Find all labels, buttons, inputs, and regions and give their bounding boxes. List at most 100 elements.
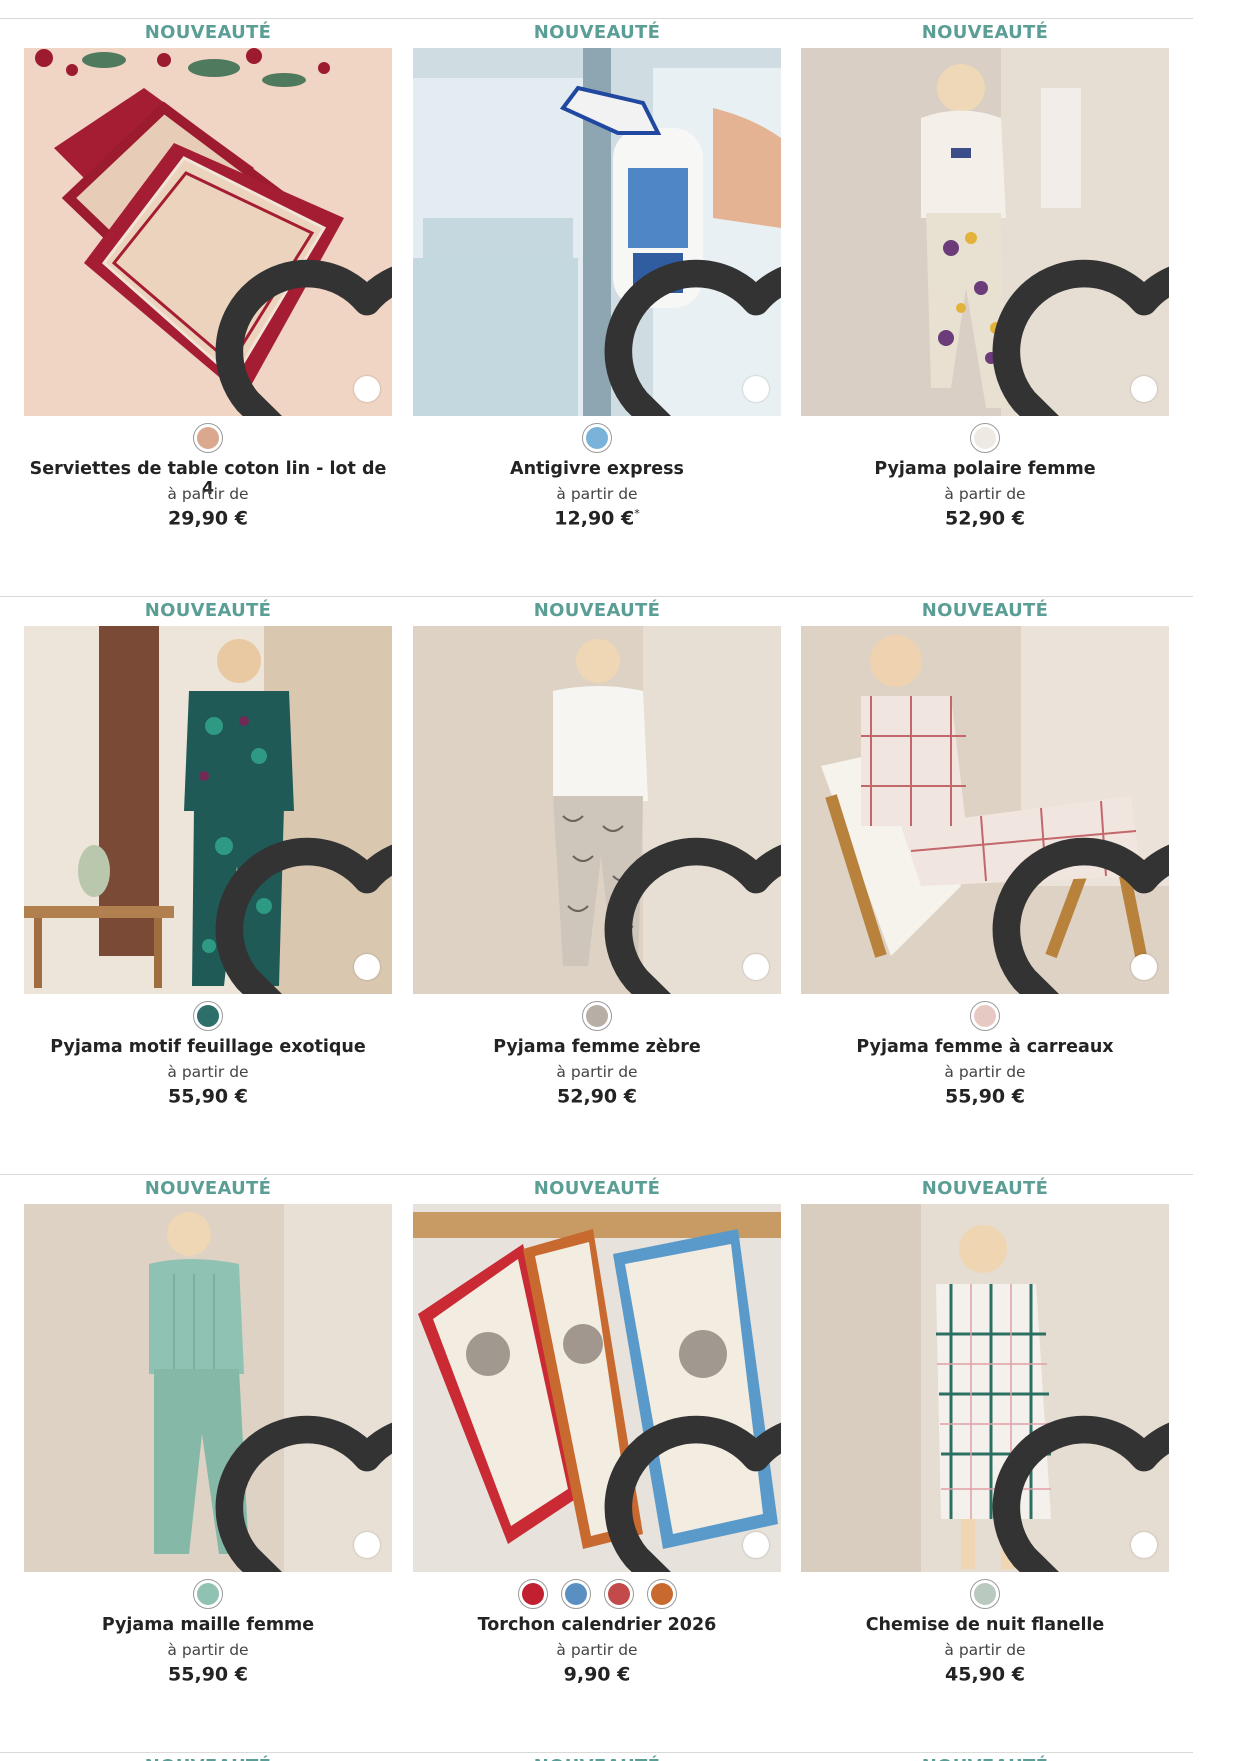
color-swatches — [801, 423, 1169, 453]
swatch-color — [586, 427, 608, 449]
product-price: 55,90 € — [801, 1085, 1169, 1107]
product-card[interactable]: NOUVEAUTÉ Chemise de nuit flanelle à par… — [801, 1156, 1169, 1716]
price-prefix: à partir de — [556, 1641, 638, 1659]
favorite-button[interactable] — [992, 837, 1169, 994]
product-title[interactable]: Pyjama polaire femme — [801, 459, 1169, 479]
color-swatch[interactable] — [582, 423, 612, 453]
color-swatches — [24, 423, 392, 453]
color-swatch[interactable] — [193, 1001, 223, 1031]
swatch-color — [974, 1583, 996, 1605]
new-badge: NOUVEAUTÉ — [921, 22, 1049, 43]
product-card[interactable]: NOUVEAUTÉ Serviettes de table coton lin … — [24, 0, 392, 560]
color-swatch[interactable] — [582, 1001, 612, 1031]
new-badge: NOUVEAUTÉ — [533, 22, 661, 43]
favorite-button[interactable] — [604, 837, 781, 994]
product-row: NOUVEAUTÉ Serviettes de table coton lin … — [0, 0, 1250, 578]
heart-icon — [572, 205, 781, 416]
price-value: 55,90 € — [168, 1085, 248, 1108]
product-image[interactable] — [413, 1204, 781, 1572]
color-swatches — [801, 1001, 1169, 1031]
swatch-color — [974, 1005, 996, 1027]
product-title[interactable]: Pyjama femme à carreaux — [801, 1037, 1169, 1057]
product-title[interactable]: Pyjama motif feuillage exotique — [24, 1037, 392, 1057]
product-price: 29,90 € — [24, 507, 392, 529]
favorite-button[interactable] — [215, 1415, 392, 1572]
product-row: NOUVEAUTÉ Pyjama maille femme à partir d… — [0, 1156, 1250, 1734]
product-row: NOUVEAUTÉ Pyjama motif feuillage exotiqu… — [0, 578, 1250, 1156]
product-title[interactable]: Pyjama femme zèbre — [413, 1037, 781, 1057]
product-title[interactable]: Antigivre express — [413, 459, 781, 479]
price-value: 9,90 € — [563, 1663, 631, 1686]
product-card[interactable]: NOUVEAUTÉ — [413, 1734, 781, 1761]
color-swatch[interactable] — [193, 423, 223, 453]
favorite-button[interactable] — [604, 1415, 781, 1572]
product-price: 9,90 € — [413, 1663, 781, 1685]
color-swatch[interactable] — [970, 1001, 1000, 1031]
product-image[interactable] — [801, 626, 1169, 994]
product-card[interactable]: NOUVEAUTÉ — [801, 1734, 1169, 1761]
product-price: 12,90 €* — [413, 507, 781, 529]
favorite-button[interactable] — [215, 259, 392, 416]
favorite-button[interactable] — [604, 259, 781, 416]
swatch-color — [197, 1005, 219, 1027]
heart-icon — [572, 1361, 781, 1572]
product-card[interactable]: NOUVEAUTÉ Pyjama maille femme à partir d… — [24, 1156, 392, 1716]
price-prefix: à partir de — [167, 485, 249, 503]
price-prefix: à partir de — [556, 1063, 638, 1081]
color-swatch[interactable] — [517, 1579, 548, 1609]
new-badge: NOUVEAUTÉ — [144, 1178, 272, 1199]
product-image[interactable] — [24, 626, 392, 994]
color-swatches — [24, 1579, 392, 1609]
new-badge: NOUVEAUTÉ — [533, 1178, 661, 1199]
swatch-color — [974, 427, 996, 449]
product-card[interactable]: NOUVEAUTÉ Pyjama motif feuillage exotiqu… — [24, 578, 392, 1138]
product-image[interactable] — [24, 1204, 392, 1572]
product-image[interactable] — [801, 1204, 1169, 1572]
swatch-color — [197, 427, 219, 449]
swatch-color — [650, 1583, 673, 1605]
swatch-color — [521, 1583, 544, 1605]
heart-icon — [960, 205, 1169, 416]
product-card[interactable]: NOUVEAUTÉ Pyjama femme zèbre à partir de… — [413, 578, 781, 1138]
price-value: 45,90 € — [945, 1663, 1025, 1686]
price-value: 55,90 € — [945, 1085, 1025, 1108]
favorite-button[interactable] — [992, 1415, 1169, 1572]
product-title[interactable]: Pyjama maille femme — [24, 1615, 392, 1635]
color-swatch[interactable] — [193, 1579, 223, 1609]
price-value: 29,90 € — [168, 507, 248, 530]
price-prefix: à partir de — [167, 1063, 249, 1081]
color-swatch[interactable] — [970, 1579, 1000, 1609]
product-title[interactable]: Chemise de nuit flanelle — [801, 1615, 1169, 1635]
product-image[interactable] — [24, 48, 392, 416]
product-image[interactable] — [413, 626, 781, 994]
price-prefix: à partir de — [944, 485, 1026, 503]
product-card[interactable]: NOUVEAUTÉ Torchon calendrier 2026 à part… — [413, 1156, 781, 1716]
product-title[interactable]: Torchon calendrier 2026 — [413, 1615, 781, 1635]
color-swatch[interactable] — [646, 1579, 677, 1609]
color-swatches — [24, 1001, 392, 1031]
price-prefix: à partir de — [944, 1641, 1026, 1659]
swatch-color — [564, 1583, 587, 1605]
color-swatch[interactable] — [970, 423, 1000, 453]
color-swatches — [413, 1001, 781, 1031]
heart-icon — [572, 783, 781, 994]
product-price: 55,90 € — [24, 1085, 392, 1107]
color-swatch[interactable] — [560, 1579, 591, 1609]
favorite-button[interactable] — [992, 259, 1169, 416]
color-swatches — [413, 423, 781, 453]
heart-icon — [960, 783, 1169, 994]
product-card[interactable]: NOUVEAUTÉ — [24, 1734, 392, 1761]
new-badge: NOUVEAUTÉ — [413, 1756, 781, 1761]
product-card[interactable]: NOUVEAUTÉ Pyjama polaire femme à partir … — [801, 0, 1169, 560]
swatch-color — [586, 1005, 608, 1027]
product-row-next: NOUVEAUTÉ NOUVEAUTÉ NOUVEAUTÉ — [0, 1734, 1250, 1761]
product-image[interactable] — [413, 48, 781, 416]
swatch-color — [607, 1583, 630, 1605]
favorite-button[interactable] — [215, 837, 392, 994]
product-card[interactable]: NOUVEAUTÉ Pyjama femme à carreaux à part… — [801, 578, 1169, 1138]
price-prefix: à partir de — [944, 1063, 1026, 1081]
color-swatch[interactable] — [603, 1579, 634, 1609]
product-image[interactable] — [801, 48, 1169, 416]
price-value: 52,90 € — [557, 1085, 637, 1108]
product-card[interactable]: NOUVEAUTÉ Antigivre express à partir de … — [413, 0, 781, 560]
